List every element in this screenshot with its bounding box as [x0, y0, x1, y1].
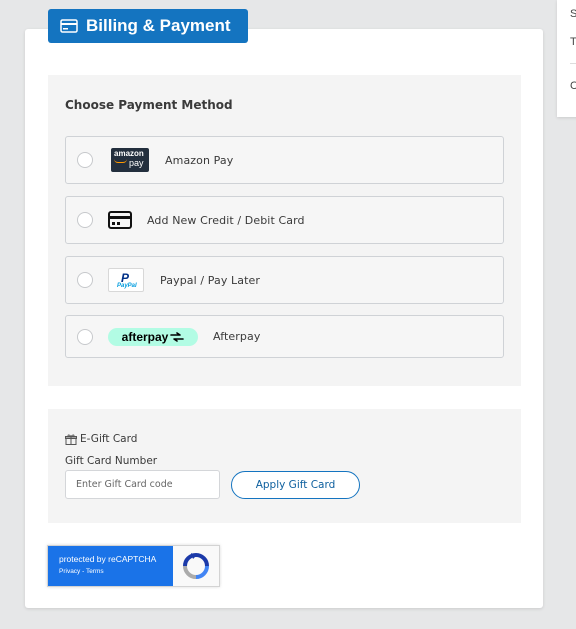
payment-method-heading: Choose Payment Method: [65, 98, 233, 112]
paypal-logo: P PayPal: [108, 268, 144, 292]
gift-card-number-label: Gift Card Number: [65, 455, 158, 467]
afterpay-logo: afterpay: [108, 327, 198, 346]
gift-card-panel: E-Gift Card Gift Card Number Apply Gift …: [48, 409, 521, 523]
order-summary-card: S T C: [557, 0, 576, 117]
payment-option-afterpay[interactable]: afterpay Afterpay: [65, 315, 504, 358]
divider: [570, 63, 576, 64]
gift-card-title: E-Gift Card: [65, 433, 137, 445]
payment-option-label: Add New Credit / Debit Card: [147, 213, 305, 227]
recaptcha-label: protected by reCAPTCHA: [59, 554, 157, 564]
apply-gift-card-button[interactable]: Apply Gift Card: [231, 471, 360, 499]
recaptcha-text-area: protected by reCAPTCHA Privacy - Terms: [48, 546, 173, 586]
summary-line: T: [570, 36, 576, 48]
gift-card-code-input[interactable]: [65, 470, 220, 499]
payment-option-label: Amazon Pay: [165, 153, 234, 167]
radio-button[interactable]: [77, 212, 93, 228]
payment-method-panel: Choose Payment Method amazon pay Amazon …: [48, 75, 521, 386]
summary-line: C: [570, 80, 576, 92]
afterpay-arrows-icon: [170, 331, 185, 342]
credit-card-icon: [108, 211, 132, 229]
credit-card-icon: [60, 19, 78, 33]
section-title: Billing & Payment: [86, 16, 231, 35]
recaptcha-badge[interactable]: protected by reCAPTCHA Privacy - Terms: [47, 545, 220, 587]
billing-payment-tab: Billing & Payment: [48, 9, 248, 43]
radio-button[interactable]: [77, 152, 93, 168]
payment-option-paypal[interactable]: P PayPal Paypal / Pay Later: [65, 256, 504, 304]
recaptcha-logo-icon: [173, 546, 219, 586]
radio-button[interactable]: [77, 328, 93, 345]
payment-option-label: Afterpay: [213, 330, 261, 343]
amazon-pay-logo: amazon pay: [111, 148, 149, 172]
gift-icon: [65, 434, 77, 445]
radio-button[interactable]: [77, 272, 93, 288]
payment-option-label: Paypal / Pay Later: [160, 273, 261, 287]
recaptcha-links[interactable]: Privacy - Terms: [59, 568, 173, 575]
summary-line: S: [570, 8, 576, 20]
payment-option-amazon-pay[interactable]: amazon pay Amazon Pay: [65, 136, 504, 184]
payment-option-credit-card[interactable]: Add New Credit / Debit Card: [65, 196, 504, 244]
gift-card-title-text: E-Gift Card: [80, 433, 138, 445]
